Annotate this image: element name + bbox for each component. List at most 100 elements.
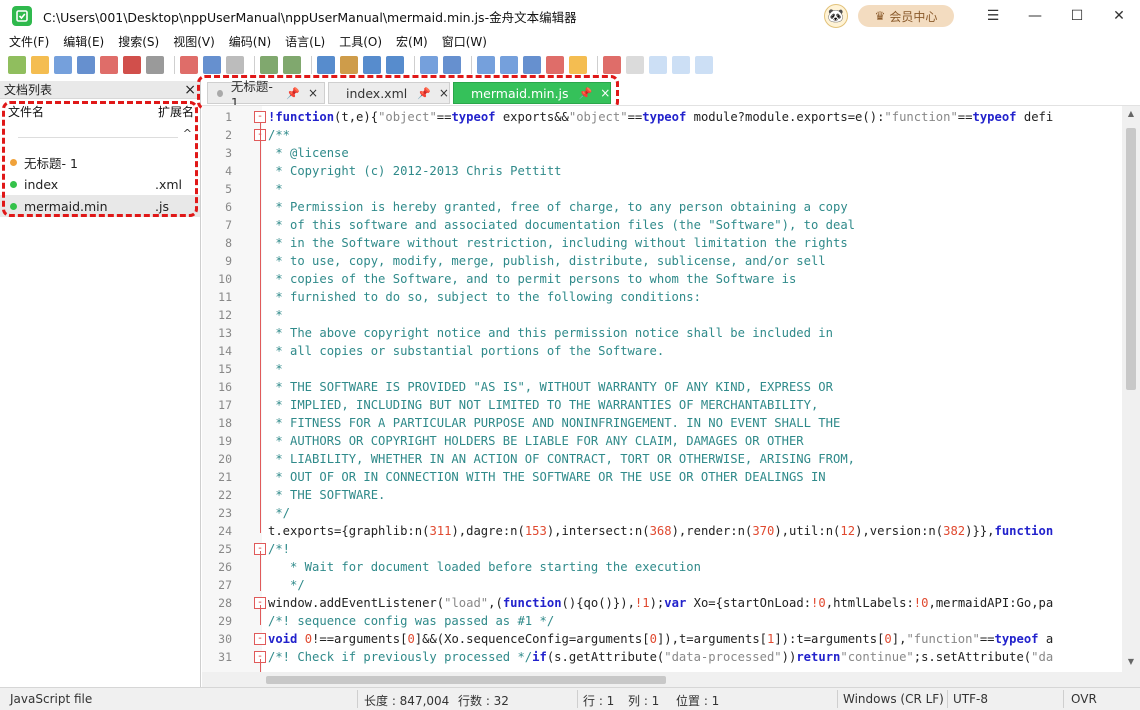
find-icon[interactable] xyxy=(317,56,335,74)
stop-macro-icon[interactable] xyxy=(626,56,644,74)
undo-icon[interactable] xyxy=(260,56,278,74)
save-icon[interactable] xyxy=(54,56,72,74)
code-line: 20 * LIABILITY, WHETHER IN AN ACTION OF … xyxy=(202,450,1122,468)
pin-icon[interactable]: 📌 xyxy=(286,87,300,100)
menu-item[interactable]: 视图(V) xyxy=(166,33,222,50)
code-token: )) xyxy=(781,650,797,664)
tab-close-icon[interactable]: × xyxy=(439,86,449,100)
replace-icon[interactable] xyxy=(340,56,358,74)
fold-toggle-icon[interactable]: - xyxy=(254,633,266,645)
tab-close-icon[interactable]: × xyxy=(600,86,610,100)
folder-icon[interactable] xyxy=(569,56,587,74)
minimize-button[interactable]: — xyxy=(1014,0,1056,32)
code-line: 4 * Copyright (c) 2012-2013 Chris Pettit… xyxy=(202,162,1122,180)
code-line: 10 * copies of the Software, and to perm… xyxy=(202,270,1122,288)
code-token: ]&&(Xo.sequenceConfig=arguments[ xyxy=(414,632,650,646)
code-text: * @license xyxy=(268,144,349,162)
indent-guide-icon[interactable] xyxy=(477,56,495,74)
doc-map-icon[interactable] xyxy=(523,56,541,74)
code-token: * @license xyxy=(268,146,349,160)
fold-toggle-icon[interactable]: - xyxy=(254,111,266,123)
close-icon[interactable] xyxy=(100,56,118,74)
word-wrap-icon[interactable] xyxy=(500,56,518,74)
code-token: * copies of the Software, and to permit … xyxy=(268,272,797,286)
scroll-down-icon[interactable]: ▼ xyxy=(1122,654,1140,670)
zoom-in-icon[interactable] xyxy=(363,56,381,74)
column-extension[interactable]: 扩展名 xyxy=(148,103,194,120)
sync-icon[interactable] xyxy=(420,56,438,74)
menu-item[interactable]: 搜索(S) xyxy=(111,33,166,50)
pilcrow-icon[interactable] xyxy=(443,56,461,74)
code-token: "continue" xyxy=(840,650,914,664)
document-list-item[interactable]: index .xml xyxy=(0,173,200,195)
status-encoding[interactable]: UTF-8 xyxy=(953,692,988,706)
menu-item[interactable]: 编辑(E) xyxy=(56,33,111,50)
code-token: )}}, xyxy=(965,524,995,538)
code-text: void 0!==arguments[0]&&(Xo.sequenceConfi… xyxy=(268,630,1053,648)
tab-close-icon[interactable]: × xyxy=(308,86,318,100)
menu-item[interactable]: 宏(M) xyxy=(389,33,435,50)
code-token: window.addEventListener( xyxy=(268,596,445,610)
save-macro-icon[interactable] xyxy=(695,56,713,74)
copy-icon[interactable] xyxy=(203,56,221,74)
cut-icon[interactable] xyxy=(180,56,198,74)
file-status-dot-icon xyxy=(10,158,17,166)
column-filename[interactable]: 文件名 xyxy=(0,103,148,120)
line-number: 20 xyxy=(218,452,232,466)
line-number: 23 xyxy=(218,506,232,520)
close-window-button[interactable]: ✕ xyxy=(1098,0,1140,32)
scroll-up-icon[interactable]: ▲ xyxy=(1122,106,1140,122)
function-list-icon[interactable] xyxy=(546,56,564,74)
code-token: * THE SOFTWARE. xyxy=(268,488,386,502)
print-icon[interactable] xyxy=(146,56,164,74)
menu-item[interactable]: 窗口(W) xyxy=(435,33,494,50)
paste-icon[interactable] xyxy=(226,56,244,74)
code-token: !1 xyxy=(634,596,650,610)
save-all-icon[interactable] xyxy=(77,56,95,74)
code-line: 8 * in the Software without restriction,… xyxy=(202,234,1122,252)
tab-2[interactable]: index.xml 📌 × xyxy=(328,82,450,104)
close-all-icon[interactable] xyxy=(123,56,141,74)
horizontal-scrollbar[interactable] xyxy=(202,672,1122,687)
code-line: 22 * THE SOFTWARE. xyxy=(202,486,1122,504)
play-macro-icon[interactable] xyxy=(649,56,667,74)
zoom-out-icon[interactable] xyxy=(386,56,404,74)
document-list-close-icon[interactable]: × xyxy=(184,82,196,98)
new-icon[interactable] xyxy=(8,56,26,74)
pin-icon[interactable]: 📌 xyxy=(579,87,593,100)
status-eol[interactable]: Windows (CR LF) xyxy=(843,692,944,706)
run-macro-icon[interactable] xyxy=(672,56,690,74)
tab-1[interactable]: 无标题- 1 📌 × xyxy=(207,79,325,110)
open-icon[interactable] xyxy=(31,56,49,74)
horizontal-scroll-thumb[interactable] xyxy=(266,676,666,684)
code-token: 0 xyxy=(407,632,415,646)
status-mode[interactable]: OVR xyxy=(1071,692,1097,706)
collapse-caret-icon[interactable]: ^ xyxy=(183,127,192,140)
document-list-item[interactable]: 无标题- 1 xyxy=(0,151,200,173)
redo-icon[interactable] xyxy=(283,56,301,74)
maximize-button[interactable]: ☐ xyxy=(1056,0,1098,32)
tab-3[interactable]: mermaid.min.js 📌 × xyxy=(453,82,611,104)
menu-item[interactable]: 文件(F) xyxy=(2,33,56,50)
menu-item[interactable]: 编码(N) xyxy=(222,33,278,50)
menu-icon[interactable]: ☰ xyxy=(972,0,1014,32)
menu-item[interactable]: 工具(O) xyxy=(332,33,389,50)
code-editor[interactable]: 1- !function(t,e){"object"==typeof export… xyxy=(202,105,1140,687)
document-list-item[interactable]: mermaid.min .js xyxy=(0,195,200,217)
vertical-scroll-thumb[interactable] xyxy=(1126,128,1136,390)
code-token: * AUTHORS OR COPYRIGHT HOLDERS BE LIABLE… xyxy=(268,434,804,448)
record-macro-icon[interactable] xyxy=(603,56,621,74)
code-token: /** xyxy=(268,128,291,142)
line-number: 15 xyxy=(218,362,232,376)
vertical-scrollbar[interactable]: ▲ ▼ xyxy=(1122,106,1140,687)
code-token: !0 xyxy=(913,596,929,610)
pin-icon[interactable]: 📌 xyxy=(417,87,431,100)
menu-item[interactable]: 语言(L) xyxy=(278,33,332,50)
line-number: 16 xyxy=(218,380,232,394)
code-text: * LIABILITY, WHETHER IN AN ACTION OF CON… xyxy=(268,450,855,468)
toolbar-separator xyxy=(174,56,175,74)
vip-center-button[interactable]: ♛ 会员中心 xyxy=(858,5,954,27)
code-token: * of this software and associated docume… xyxy=(268,218,855,232)
user-avatar[interactable]: 🐼 xyxy=(824,4,848,28)
code-token: (s.getAttribute( xyxy=(546,650,665,664)
